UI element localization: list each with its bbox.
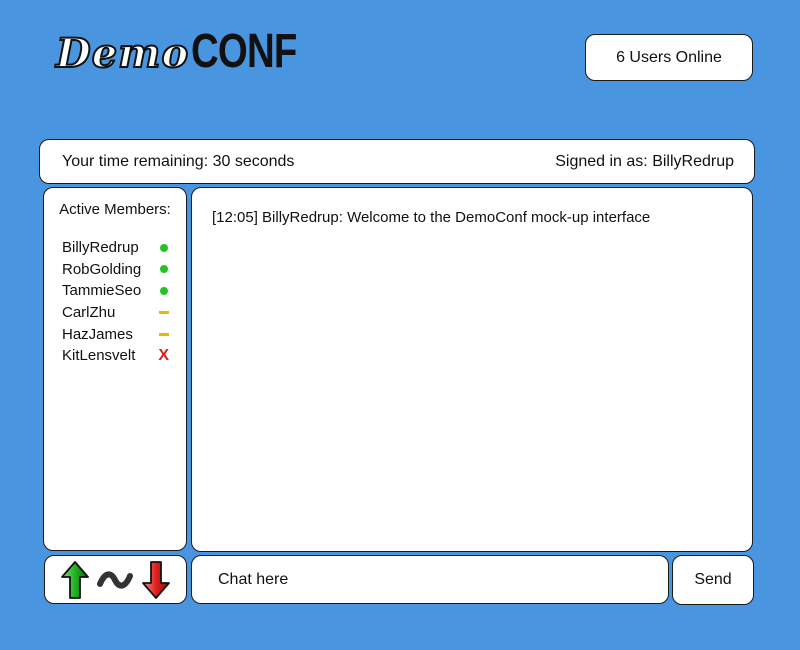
neutral-reaction-button[interactable]	[97, 570, 134, 590]
member-name: KitLensvelt	[62, 347, 136, 365]
signed-in-as: Signed in as: BillyRedrup	[555, 152, 734, 170]
member-name: BillyRedrup	[62, 239, 139, 257]
online-status-icon	[160, 265, 168, 274]
green-up-arrow-icon	[61, 560, 90, 599]
away-status-icon	[159, 332, 169, 336]
reaction-controls	[44, 555, 187, 604]
member-row[interactable]: CarlZhu	[44, 302, 186, 324]
chat-log[interactable]: [12:05] BillyRedrup: Welcome to the Demo…	[191, 187, 753, 552]
logo-conf-text: CONF	[191, 25, 297, 78]
chat-input-box[interactable]	[191, 555, 669, 604]
users-online-badge: 6 Users Online	[585, 34, 753, 81]
member-row[interactable]: BillyRedrup	[44, 237, 186, 259]
online-status-icon	[160, 243, 168, 252]
active-members-heading: Active Members:	[59, 201, 171, 218]
member-row[interactable]: RobGolding	[44, 259, 186, 281]
member-row[interactable]: HazJames	[44, 323, 186, 345]
democonf-logo: Demo CONF	[55, 24, 323, 84]
member-name: HazJames	[62, 325, 133, 343]
logo-demo-text: Demo	[55, 29, 190, 78]
member-name: CarlZhu	[62, 304, 116, 322]
status-bar: Your time remaining: 30 seconds Signed i…	[39, 139, 755, 184]
vote-down-button[interactable]	[141, 560, 170, 599]
online-status-icon	[160, 286, 168, 295]
time-remaining: Your time remaining: 30 seconds	[62, 152, 295, 170]
away-status-icon	[159, 311, 169, 315]
active-members-panel: Active Members: BillyRedrup RobGolding T…	[43, 187, 187, 551]
send-button-label: Send	[694, 571, 732, 588]
offline-status-icon: X	[158, 346, 169, 364]
red-down-arrow-icon	[141, 560, 170, 599]
chat-input[interactable]	[216, 569, 644, 590]
vote-up-button[interactable]	[61, 560, 90, 599]
users-online-label: 6 Users Online	[616, 48, 722, 66]
member-row[interactable]: TammieSeo	[44, 280, 186, 302]
member-list: BillyRedrup RobGolding TammieSeo CarlZhu…	[44, 237, 186, 367]
member-row[interactable]: KitLensvelt X	[44, 345, 186, 367]
member-name: TammieSeo	[62, 282, 142, 300]
send-button[interactable]: Send	[672, 555, 754, 605]
chat-message: [12:05] BillyRedrup: Welcome to the Demo…	[212, 209, 651, 226]
member-name: RobGolding	[62, 260, 142, 278]
tilde-wave-icon	[97, 571, 134, 588]
